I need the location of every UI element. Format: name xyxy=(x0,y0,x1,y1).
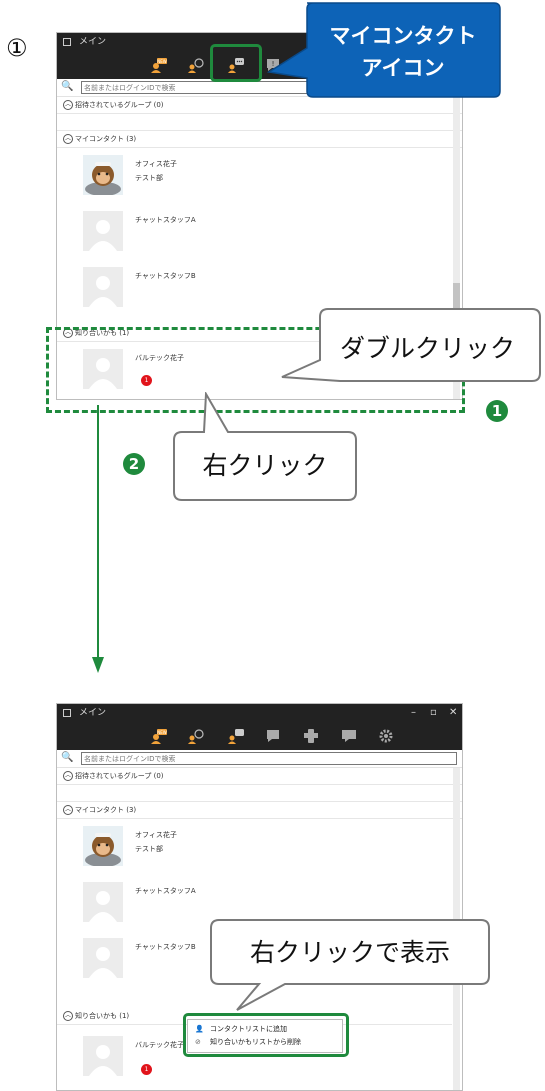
context-menu-highlight xyxy=(183,1013,349,1057)
avatar xyxy=(83,1036,123,1076)
contact-dept: テスト部 xyxy=(135,845,163,853)
contact-name: バルテック花子 xyxy=(135,1041,184,1049)
contact-name: チャットスタッフA xyxy=(135,887,196,895)
unread-badge: 1 xyxy=(141,1064,152,1075)
window-menu-icon[interactable] xyxy=(63,709,71,717)
collapse-icon[interactable]: ︿ xyxy=(63,134,73,144)
avatar xyxy=(83,826,123,866)
avatar xyxy=(83,938,123,978)
group-spacer xyxy=(57,114,462,131)
contact-name: チャットスタッフA xyxy=(135,216,196,224)
collapse-icon[interactable]: ︿ xyxy=(63,1011,73,1021)
contact-item[interactable]: チャットスタッフA xyxy=(79,205,447,257)
phone-icon[interactable] xyxy=(302,728,320,744)
close-button[interactable]: ✕ xyxy=(449,704,457,722)
step-1-badge: 1 xyxy=(486,400,508,422)
svg-text:NEW: NEW xyxy=(157,59,167,64)
step-2-badge: 2 xyxy=(123,453,145,475)
contact-search-icon[interactable] xyxy=(187,728,205,744)
new-contact-icon[interactable]: NEW xyxy=(150,57,168,73)
step-1-label: ① xyxy=(6,34,28,62)
monkey-avatar-icon xyxy=(83,826,123,866)
contact-name: オフィス花子 xyxy=(135,831,177,839)
avatar xyxy=(83,155,123,195)
my-contact-icon[interactable] xyxy=(227,728,245,744)
contact-item[interactable]: オフィス花子 テスト部 xyxy=(79,820,447,872)
window-menu-icon[interactable] xyxy=(63,38,71,46)
collapse-icon[interactable]: ︿ xyxy=(63,771,73,781)
avatar xyxy=(83,882,123,922)
monkey-avatar-icon xyxy=(83,155,123,195)
default-avatar-icon xyxy=(83,267,123,307)
minimize-button[interactable]: – xyxy=(411,704,416,722)
toolbar: NEW xyxy=(57,722,462,750)
default-avatar-icon xyxy=(83,211,123,251)
search-bar: 🔍 xyxy=(57,750,462,768)
contact-dept: テスト部 xyxy=(135,174,163,182)
callout-right-click-show: 右クリックで表示 xyxy=(249,938,450,967)
group-spacer xyxy=(57,785,462,802)
group-header-my-contacts[interactable]: ︿ マイコンタクト (3) xyxy=(57,131,462,148)
contact-search-icon[interactable] xyxy=(187,57,205,73)
window-title: メイン xyxy=(79,708,107,718)
contact-name: チャットスタッフB xyxy=(135,943,196,951)
chat-icon[interactable] xyxy=(264,728,282,744)
window-title: メイン xyxy=(79,37,107,47)
maximize-button[interactable]: ▫ xyxy=(430,704,437,722)
down-arrow xyxy=(92,405,104,673)
callout-my-contact-icon: マイコンタクト アイコン xyxy=(329,24,477,80)
default-avatar-icon xyxy=(83,882,123,922)
contact-item[interactable]: オフィス花子 テスト部 xyxy=(79,149,447,201)
callout-right-click: 右クリック xyxy=(202,451,328,480)
group-header-invited[interactable]: ︿ 招待されているグループ (0) xyxy=(57,768,462,785)
contact-name: オフィス花子 xyxy=(135,160,177,168)
settings-icon[interactable] xyxy=(377,728,395,744)
group-header-my-contacts[interactable]: ︿ マイコンタクト (3) xyxy=(57,802,462,819)
contact-name: チャットスタッフB xyxy=(135,272,196,280)
search-icon: 🔍 xyxy=(61,81,74,92)
message-icon[interactable] xyxy=(340,728,358,744)
callout-double-click: ダブルクリック xyxy=(339,334,515,363)
search-icon: 🔍 xyxy=(61,752,74,763)
avatar xyxy=(83,211,123,251)
search-input[interactable] xyxy=(81,752,457,765)
default-avatar-icon xyxy=(83,938,123,978)
collapse-icon[interactable]: ︿ xyxy=(63,805,73,815)
svg-text:NEW: NEW xyxy=(157,730,167,735)
default-avatar-icon xyxy=(83,1036,123,1076)
avatar xyxy=(83,267,123,307)
collapse-icon[interactable]: ︿ xyxy=(63,100,73,110)
new-contact-icon[interactable]: NEW xyxy=(150,728,168,744)
title-bar: メイン – ▫ ✕ xyxy=(57,704,462,722)
